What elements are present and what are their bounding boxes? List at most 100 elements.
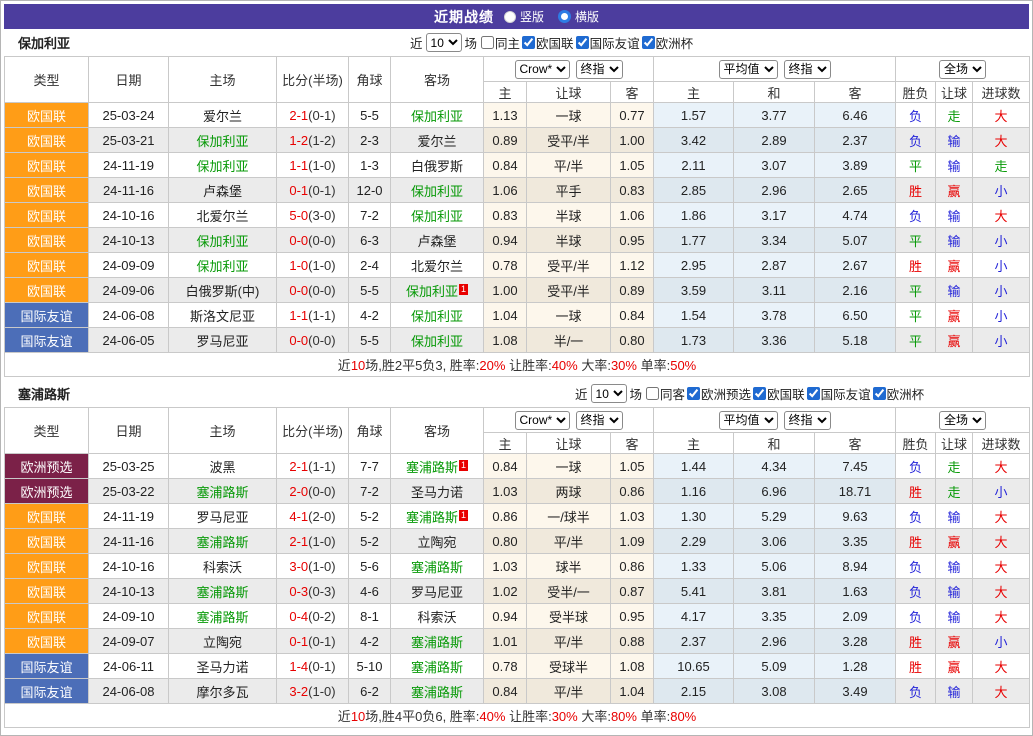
league-checkbox[interactable] xyxy=(873,387,886,400)
home-team-cell: 科索沃 xyxy=(169,554,277,579)
result-cell: 胜 xyxy=(896,629,936,654)
match-row: 欧国联25-03-24爱尔兰2-1(0-1)5-5保加利亚1.13一球0.771… xyxy=(5,103,1030,128)
league-filter[interactable]: 欧洲杯 xyxy=(640,33,694,52)
odds-home-cell: 0.94 xyxy=(484,228,527,253)
league-filter[interactable]: 欧洲预选 xyxy=(685,384,751,403)
avg-stage-select[interactable]: 终指 xyxy=(784,60,831,79)
score-cell: 1-1(1-1) xyxy=(277,303,349,328)
same-venue-checkbox[interactable] xyxy=(646,387,659,400)
league-checkbox[interactable] xyxy=(576,36,589,49)
league-checkbox[interactable] xyxy=(807,387,820,400)
corner-cell: 12-0 xyxy=(349,178,391,203)
avg-draw-cell: 3.78 xyxy=(734,303,815,328)
league-checkbox[interactable] xyxy=(642,36,655,49)
away-team-cell: 保加利亚 xyxy=(391,303,484,328)
halftime-score: (0-0) xyxy=(308,233,335,248)
score-cell: 1-1(1-0) xyxy=(277,153,349,178)
games-count-select[interactable]: 10 xyxy=(591,384,627,403)
avg-source-select[interactable]: 平均值 xyxy=(719,60,778,79)
fulltime-score: 2-1 xyxy=(289,108,308,123)
league-filter[interactable]: 国际友谊 xyxy=(805,384,871,403)
odds-away-cell: 0.86 xyxy=(611,479,654,504)
team-name: 白俄罗斯(中) xyxy=(186,284,260,299)
rank-badge: 1 xyxy=(459,460,468,471)
recent-label: 近 xyxy=(575,384,588,403)
corner-cell: 4-2 xyxy=(349,629,391,654)
avg-stage-select[interactable]: 终指 xyxy=(784,411,831,430)
odds-home-cell: 0.84 xyxy=(484,454,527,479)
halftime-score: (0-1) xyxy=(308,659,335,674)
handicap-cell: 半/一 xyxy=(527,328,611,353)
avg-away-cell: 2.67 xyxy=(815,253,896,278)
radio-unchecked-icon[interactable] xyxy=(504,11,516,23)
handicap-result-cell: 输 xyxy=(936,579,973,604)
fulltime-score: 1-4 xyxy=(289,659,308,674)
team-name: 白俄罗斯 xyxy=(411,159,463,174)
sub-header: 客 xyxy=(815,433,896,454)
team-name: 塞浦路斯 xyxy=(411,660,463,675)
league-filter[interactable]: 欧洲杯 xyxy=(871,384,925,403)
away-team-cell: 塞浦路斯 xyxy=(391,629,484,654)
handicap-result-cell: 赢 xyxy=(936,529,973,554)
same-venue-checkbox[interactable] xyxy=(481,36,494,49)
avg-away-cell: 2.65 xyxy=(815,178,896,203)
odds-away-cell: 1.08 xyxy=(611,654,654,679)
games-count-select[interactable]: 10 xyxy=(426,33,462,52)
halftime-score: (1-2) xyxy=(308,133,335,148)
odds-away-cell: 1.06 xyxy=(611,203,654,228)
odds-stage-select[interactable]: 终指 xyxy=(576,411,623,430)
layout-option-horizontal[interactable]: 横版 xyxy=(558,8,599,25)
odds-source-select[interactable]: Crow* xyxy=(515,60,570,79)
radio-checked-icon[interactable] xyxy=(558,10,571,23)
avg-home-cell: 5.41 xyxy=(654,579,734,604)
scope-select[interactable]: 全场 xyxy=(939,411,986,430)
date-cell: 24-09-10 xyxy=(89,604,169,629)
filter-row: 塞浦路斯 近 10 场 同客 欧洲预选欧国联国际友谊欧洲杯 xyxy=(4,380,1029,407)
avg-home-cell: 1.44 xyxy=(654,454,734,479)
date-cell: 25-03-21 xyxy=(89,128,169,153)
handicap-cell: 受半/一 xyxy=(527,579,611,604)
score-cell: 2-1(0-1) xyxy=(277,103,349,128)
sub-header: 让球 xyxy=(527,433,611,454)
league-filter[interactable]: 国际友谊 xyxy=(574,33,640,52)
same-venue-filter[interactable]: 同主 xyxy=(477,33,520,52)
home-team-cell: 斯洛文尼亚 xyxy=(169,303,277,328)
away-team-cell: 北爱尔兰 xyxy=(391,253,484,278)
layout-option-vertical[interactable]: 竖版 xyxy=(504,8,544,25)
team-name: 北爱尔兰 xyxy=(411,259,463,274)
handicap-result-cell: 赢 xyxy=(936,328,973,353)
halftime-score: (0-0) xyxy=(308,333,335,348)
team-name: 圣马力诺 xyxy=(411,485,463,500)
corner-cell: 5-5 xyxy=(349,103,391,128)
away-team-cell: 塞浦路斯1 xyxy=(391,504,484,529)
handicap-cell: 球半 xyxy=(527,554,611,579)
odds-source-select[interactable]: Crow* xyxy=(515,411,570,430)
team-name: 塞浦路斯 xyxy=(411,685,463,700)
team-name: 罗马尼亚 xyxy=(411,585,463,600)
league-checkbox[interactable] xyxy=(687,387,700,400)
scope-select[interactable]: 全场 xyxy=(939,60,986,79)
fulltime-score: 4-1 xyxy=(289,509,308,524)
match-row: 欧洲预选25-03-25波黑2-1(1-1)7-7塞浦路斯10.84一球1.05… xyxy=(5,454,1030,479)
avg-source-select[interactable]: 平均值 xyxy=(719,411,778,430)
team-name: 保加利亚 xyxy=(196,259,248,274)
league-checkbox[interactable] xyxy=(753,387,766,400)
avg-home-cell: 10.65 xyxy=(654,654,734,679)
odds-home-cell: 1.06 xyxy=(484,178,527,203)
odds-stage-select[interactable]: 终指 xyxy=(576,60,623,79)
match-row: 国际友谊24-06-08斯洛文尼亚1-1(1-1)4-2保加利亚1.04一球0.… xyxy=(5,303,1030,328)
league-filter[interactable]: 欧国联 xyxy=(520,33,574,52)
filter-controls: 近 10 场 同主 欧国联国际友谊欧洲杯 xyxy=(410,33,693,52)
league-checkbox[interactable] xyxy=(522,36,535,49)
corner-cell: 7-7 xyxy=(349,454,391,479)
result-cell: 胜 xyxy=(896,654,936,679)
league-checkbox-label: 欧国联 xyxy=(536,33,574,52)
date-cell: 24-06-08 xyxy=(89,303,169,328)
fulltime-score: 2-0 xyxy=(289,484,308,499)
handicap-cell: 一球 xyxy=(527,103,611,128)
score-cell: 1-4(0-1) xyxy=(277,654,349,679)
league-filter[interactable]: 欧国联 xyxy=(751,384,805,403)
halftime-score: (3-0) xyxy=(308,208,335,223)
same-venue-filter[interactable]: 同客 xyxy=(642,384,685,403)
team-name: 斯洛文尼亚 xyxy=(190,309,255,324)
